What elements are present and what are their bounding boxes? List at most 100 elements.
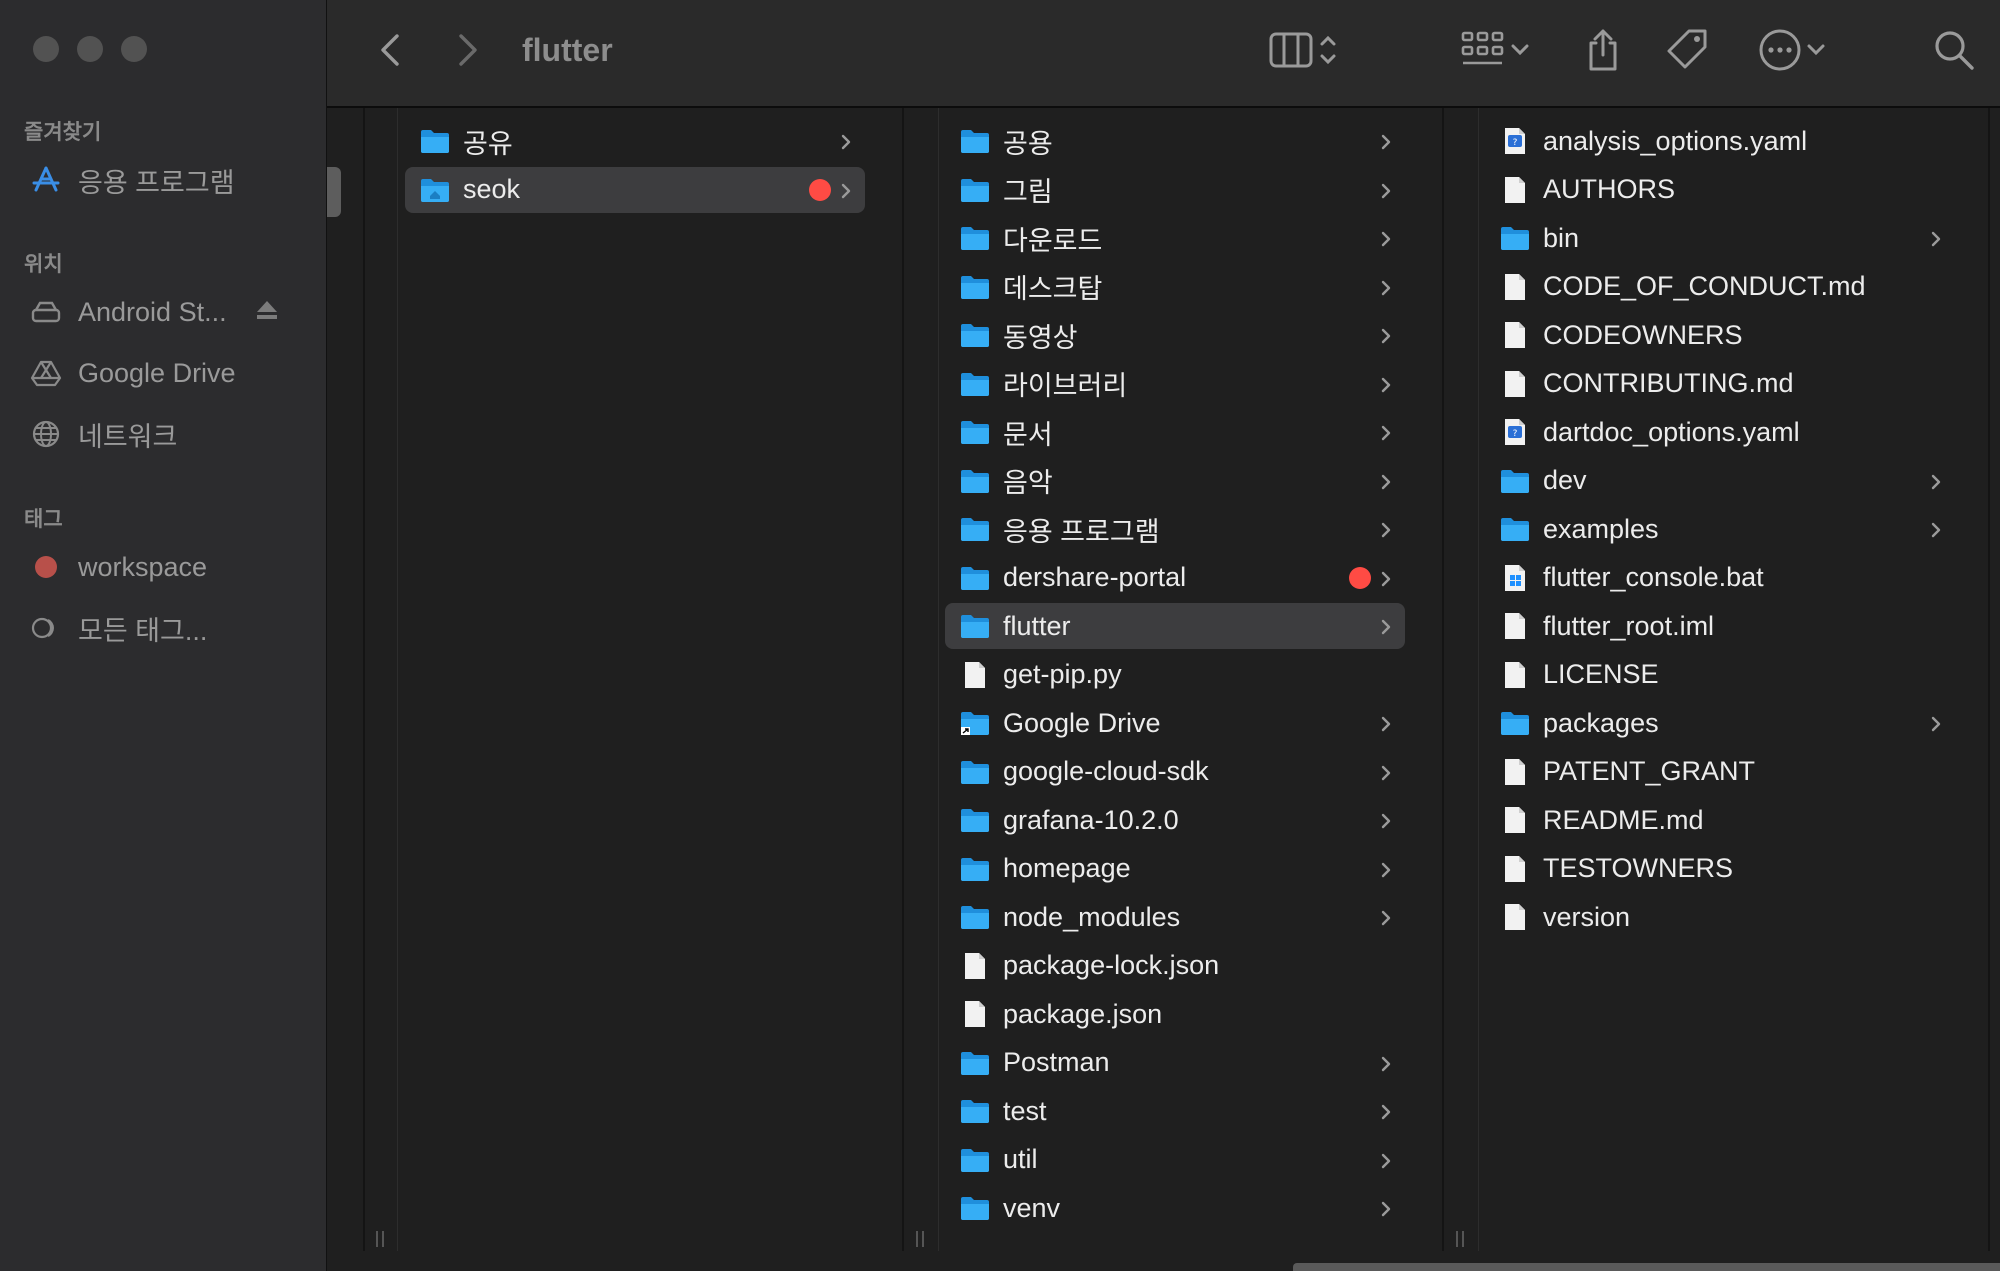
forward-button[interactable] — [453, 24, 483, 76]
close-window-button[interactable] — [33, 36, 59, 62]
folder-row[interactable]: 데스크탑 — [945, 264, 1405, 310]
folder-row[interactable]: 공용 — [945, 118, 1405, 164]
file-row[interactable]: CODE_OF_CONDUCT.md — [1485, 264, 1955, 310]
share-icon — [1589, 29, 1617, 71]
zoom-window-button[interactable] — [121, 36, 147, 62]
folder-icon — [957, 854, 993, 884]
folder-row[interactable]: 공유 — [405, 118, 865, 164]
file-row[interactable]: version — [1485, 894, 1955, 940]
chevron-right-icon — [1379, 226, 1393, 248]
chevron-right-icon — [1379, 129, 1393, 151]
sidebar-item-tag-workspace[interactable]: workspace — [28, 545, 207, 589]
sidebar-item-android-studio[interactable]: Android St... — [28, 290, 277, 334]
folder-row[interactable]: 다운로드 — [945, 215, 1405, 261]
item-name: 데스크탑 — [1003, 274, 1103, 304]
file-row[interactable]: ? dartdoc_options.yaml — [1485, 409, 1955, 455]
column-resize-handle[interactable] — [914, 1231, 926, 1247]
folder-row[interactable]: 응용 프로그램 — [945, 506, 1405, 552]
file-row[interactable]: TESTOWNERS — [1485, 846, 1955, 892]
folder-row[interactable]: seok — [405, 166, 865, 213]
file-row[interactable]: CONTRIBUTING.md — [1485, 361, 1955, 407]
column-resize-handle[interactable] — [1454, 1231, 1466, 1247]
column-resize-handle[interactable] — [374, 1231, 386, 1247]
folder-row[interactable]: 음악 — [945, 458, 1405, 504]
window-title: flutter — [522, 31, 613, 68]
folder-row[interactable]: dev — [1485, 458, 1955, 504]
folder-row[interactable]: google-cloud-sdk — [945, 749, 1405, 795]
item-name: 문서 — [1003, 419, 1053, 450]
file-row[interactable]: README.md — [1485, 797, 1955, 843]
folder-row[interactable]: test — [945, 1088, 1405, 1134]
network-icon — [28, 419, 64, 449]
sidebar-item-google-drive[interactable]: Google Drive — [28, 351, 236, 395]
folder-row[interactable]: homepage — [945, 846, 1405, 892]
file-row[interactable]: AUTHORS — [1485, 167, 1955, 213]
item-name: flutter_root.iml — [1543, 610, 1715, 641]
item-name: seok — [463, 174, 521, 204]
share-button[interactable] — [1583, 24, 1623, 76]
folder-row[interactable]: examples — [1485, 506, 1955, 552]
sidebar-item-all-tags[interactable]: 모든 태그... — [28, 606, 207, 650]
chevron-right-icon — [1379, 517, 1393, 539]
folder-icon — [957, 902, 993, 932]
more-actions-button[interactable] — [1757, 24, 1829, 76]
eject-icon[interactable] — [254, 298, 280, 329]
back-button[interactable] — [375, 24, 405, 76]
folder-row[interactable]: 문서 — [945, 409, 1405, 455]
folder-icon — [957, 563, 993, 593]
chevron-down-icon — [1511, 44, 1529, 56]
item-name: 공유 — [463, 128, 513, 159]
sidebar-item-label: 네트워크 — [78, 421, 178, 452]
file-row[interactable]: LICENSE — [1485, 652, 1955, 698]
folder-row[interactable]: flutter — [945, 603, 1405, 649]
chevron-right-icon — [1379, 323, 1393, 345]
folder-row[interactable]: grafana-10.2.0 — [945, 797, 1405, 843]
chevron-right-icon — [839, 129, 853, 151]
document-icon — [1497, 902, 1533, 932]
folder-icon — [957, 757, 993, 787]
group-grid-icon — [1461, 31, 1504, 65]
item-name: grafana-10.2.0 — [1003, 804, 1179, 835]
document-icon: ? — [1497, 126, 1533, 156]
chevron-right-icon — [839, 178, 853, 200]
chevron-right-icon — [1379, 566, 1393, 588]
folder-row[interactable]: venv — [945, 1185, 1405, 1231]
folder-row[interactable]: node_modules — [945, 894, 1405, 940]
item-name: README.md — [1543, 804, 1704, 835]
group-button[interactable] — [1459, 24, 1533, 76]
folder-row[interactable]: util — [945, 1137, 1405, 1183]
horizontal-scrollbar[interactable] — [1293, 1263, 2000, 1271]
folder-row[interactable]: packages — [1485, 700, 1955, 746]
chevron-right-icon — [1379, 1099, 1393, 1121]
sidebar-section-tags: 태그 — [24, 508, 63, 531]
folder-row[interactable]: dershare-portal — [945, 555, 1405, 601]
file-row[interactable]: CODEOWNERS — [1485, 312, 1955, 358]
view-mode-button[interactable] — [1269, 24, 1341, 76]
folder-row[interactable]: Google Drive — [945, 700, 1405, 746]
ellipsis-circle-icon — [1759, 29, 1801, 71]
folder-row[interactable]: Postman — [945, 1040, 1405, 1086]
file-row[interactable]: PATENT_GRANT — [1485, 749, 1955, 795]
folder-icon — [957, 272, 993, 302]
folder-row[interactable]: 동영상 — [945, 312, 1405, 358]
file-row[interactable]: flutter_console.bat — [1485, 555, 1955, 601]
item-name: 다운로드 — [1003, 225, 1103, 256]
file-row[interactable]: flutter_root.iml — [1485, 603, 1955, 649]
file-row[interactable]: get-pip.py — [945, 652, 1405, 698]
item-name: node_modules — [1003, 901, 1181, 932]
sidebar-section-favorites: 즐겨찾기 — [24, 121, 102, 144]
file-row[interactable]: package.json — [945, 991, 1405, 1037]
minimize-window-button[interactable] — [77, 36, 103, 62]
tag-button[interactable] — [1665, 24, 1711, 76]
folder-row[interactable]: bin — [1485, 215, 1955, 261]
chevron-right-icon — [1929, 469, 1943, 491]
file-row[interactable]: package-lock.json — [945, 943, 1405, 989]
sidebar-item-applications[interactable]: 응용 프로그램 — [28, 158, 235, 202]
sidebar-item-network[interactable]: 네트워크 — [28, 412, 177, 456]
document-icon — [957, 660, 993, 690]
folder-row[interactable]: 그림 — [945, 167, 1405, 213]
folder-row[interactable]: 라이브러리 — [945, 361, 1405, 407]
search-button[interactable] — [1931, 24, 1977, 76]
folder-icon — [957, 1145, 993, 1175]
file-row[interactable]: ? analysis_options.yaml — [1485, 118, 1955, 164]
